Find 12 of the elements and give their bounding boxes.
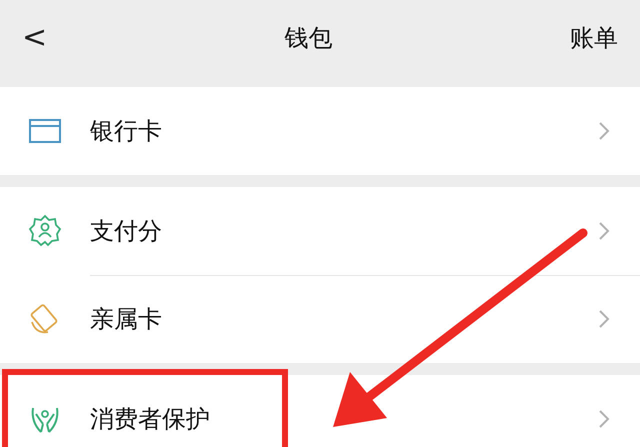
badge-person-icon xyxy=(28,214,62,248)
chevron-icon xyxy=(598,409,610,429)
menu-item-label[interactable]: 银行卡 xyxy=(90,115,162,147)
menu-item-label[interactable]: 支付分 xyxy=(90,215,162,247)
chevron-icon xyxy=(598,121,610,141)
page-title: 钱包 xyxy=(284,22,334,54)
back-button[interactable]: < xyxy=(22,20,48,55)
bills-link[interactable]: 账单 xyxy=(570,22,618,54)
menu-item-label[interactable]: 消费者保护 xyxy=(90,403,210,435)
chevron-icon xyxy=(598,221,610,241)
menu-item-label[interactable]: 亲属卡 xyxy=(90,303,162,335)
chevron-icon xyxy=(598,309,610,329)
